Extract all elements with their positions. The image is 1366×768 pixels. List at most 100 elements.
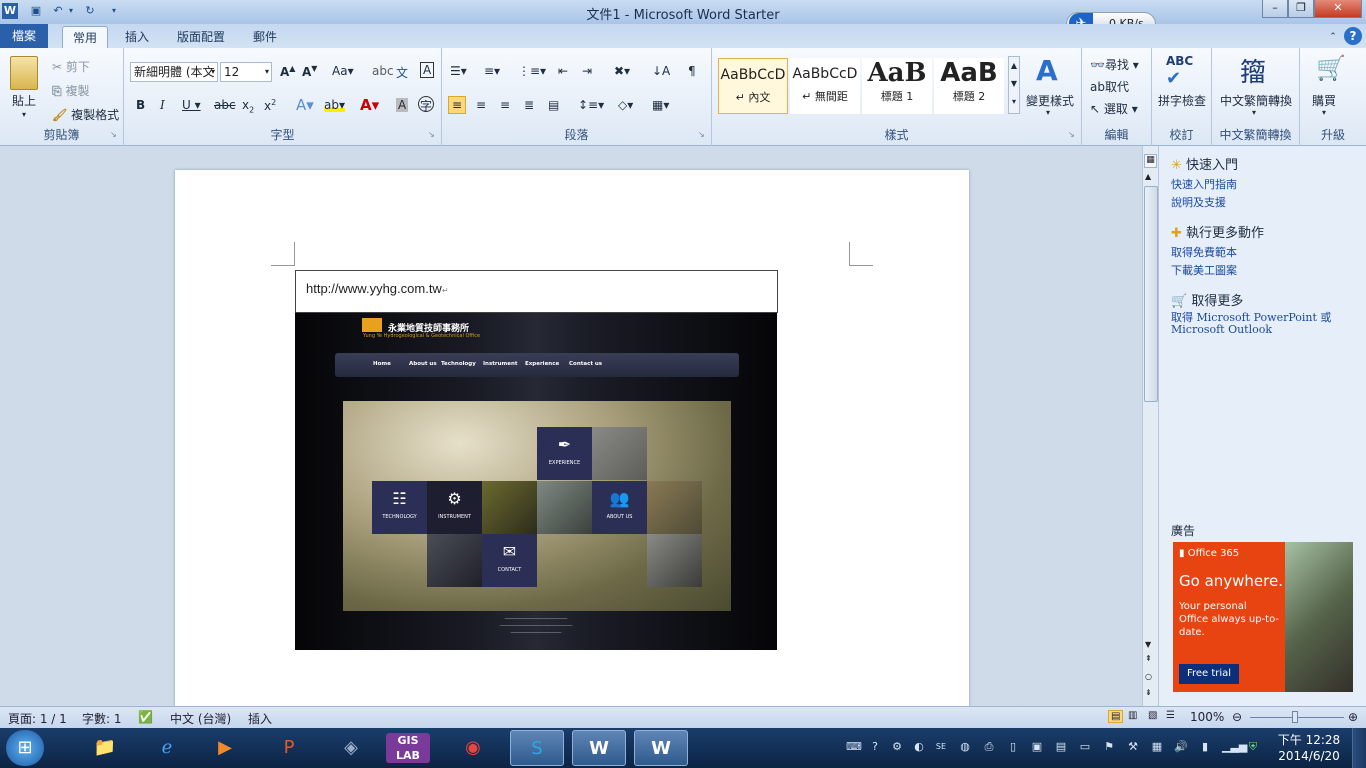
style-no-spacing[interactable]: AaBbCcD ↵ 無間距 bbox=[790, 58, 860, 114]
highlight-icon[interactable]: ab▾ bbox=[324, 98, 345, 112]
change-styles-icon[interactable]: A bbox=[1036, 54, 1058, 87]
style-heading-2[interactable]: AaB 標題 2 bbox=[934, 58, 1004, 114]
multilevel-list-icon[interactable]: ⋮≡▾ bbox=[518, 64, 546, 78]
bold-icon[interactable]: B bbox=[136, 98, 145, 112]
web-layout-icon[interactable]: ▧ bbox=[1148, 710, 1157, 721]
tab-home[interactable]: 常用 bbox=[62, 26, 108, 48]
word-count[interactable]: 字數: 1 bbox=[82, 710, 122, 727]
scroll-up-icon[interactable]: ▲ bbox=[1145, 172, 1151, 181]
url-text-box[interactable]: http://www.yyhg.com.tw↵ bbox=[295, 270, 778, 313]
chinese-conversion-dropdown-icon[interactable]: ▾ bbox=[1252, 108, 1256, 117]
italic-icon[interactable]: I bbox=[160, 98, 165, 112]
decrease-indent-icon[interactable]: ⇤ bbox=[558, 64, 568, 78]
paste-button[interactable]: 貼上 bbox=[12, 92, 36, 109]
word-taskbar-icon[interactable]: W bbox=[572, 730, 626, 766]
website-screenshot-image[interactable]: 永業地質技師事務所 Yung Ye Hydrogeological & Geot… bbox=[295, 313, 777, 650]
style-normal[interactable]: AaBbCcD ↵ 內文 bbox=[718, 58, 788, 114]
char-border-icon[interactable]: A bbox=[420, 62, 435, 78]
font-size-combo[interactable]: 12 ▾ bbox=[220, 62, 272, 82]
asian-layout-icon[interactable]: ✖▾ bbox=[614, 64, 630, 78]
underline-icon[interactable]: U ▾ bbox=[182, 98, 201, 112]
grow-font-icon[interactable]: A▲ bbox=[280, 64, 295, 79]
next-page-icon[interactable]: ⇟ bbox=[1145, 688, 1152, 697]
buy-button[interactable]: 購買 bbox=[1312, 92, 1336, 109]
distributed-icon[interactable]: ▤ bbox=[548, 98, 559, 112]
styles-scroll[interactable]: ▲ ▼ ▾ bbox=[1008, 56, 1020, 114]
battery-tray-icon[interactable]: ▮ bbox=[1198, 740, 1212, 754]
tab-file[interactable]: 檔案 bbox=[0, 24, 48, 48]
se-tray-icon[interactable]: SE bbox=[934, 740, 948, 754]
virtualbox-taskbar-icon[interactable]: ◈ bbox=[324, 730, 378, 766]
powerpoint-taskbar-icon[interactable]: P bbox=[262, 730, 316, 766]
browse-object-icon[interactable]: ○ bbox=[1145, 672, 1152, 681]
vertical-scrollbar[interactable]: ▦ ▲ ▼ ⇞ ○ ⇟ bbox=[1142, 146, 1158, 706]
strikethrough-icon[interactable]: abc bbox=[214, 98, 236, 112]
gis-lab-taskbar-icon[interactable]: GIS LAB bbox=[386, 733, 430, 763]
bullets-icon[interactable]: ☰▾ bbox=[450, 64, 467, 78]
clip-art-link[interactable]: 下載美工圖案 bbox=[1171, 262, 1237, 278]
char-shading-icon[interactable]: A bbox=[396, 98, 409, 112]
monitor-tray-icon[interactable]: ▭ bbox=[1078, 740, 1092, 754]
show-desktop-button[interactable] bbox=[1352, 728, 1366, 768]
change-case-icon[interactable]: Aa▾ bbox=[332, 64, 354, 78]
signal-tray-icon[interactable]: ▁▃▅ bbox=[1222, 740, 1247, 754]
find-button[interactable]: 👓尋找 ▾ bbox=[1090, 56, 1139, 73]
borders-icon[interactable]: ▦▾ bbox=[652, 98, 669, 112]
printer-tray-icon[interactable]: ⎙ bbox=[982, 740, 996, 754]
style-heading-1[interactable]: AaB 標題 1 bbox=[862, 58, 932, 114]
folder-tray-icon[interactable]: ▤ bbox=[1054, 740, 1068, 754]
print-layout-icon[interactable]: ▤ bbox=[1108, 710, 1124, 723]
start-button[interactable]: ⊞ bbox=[6, 730, 44, 766]
zoom-level[interactable]: 100% bbox=[1190, 710, 1224, 724]
minimize-button[interactable]: – bbox=[1262, 0, 1288, 18]
document-page[interactable]: http://www.yyhg.com.tw↵ 永業地質技師事務所 Yung Y… bbox=[175, 170, 969, 706]
proofing-status-icon[interactable]: ✅ bbox=[138, 710, 153, 724]
maximize-button[interactable]: ❐ bbox=[1288, 0, 1314, 18]
increase-indent-icon[interactable]: ⇥ bbox=[582, 64, 592, 78]
font-launcher-icon[interactable]: ↘ bbox=[428, 130, 435, 139]
shield-tray-icon[interactable]: ⛨ bbox=[1246, 740, 1260, 754]
draft-icon[interactable]: ☰ bbox=[1166, 710, 1175, 721]
prev-page-icon[interactable]: ⇞ bbox=[1145, 654, 1152, 663]
insert-mode-status[interactable]: 插入 bbox=[248, 710, 272, 727]
zoom-in-icon[interactable]: ⊕ bbox=[1348, 710, 1358, 724]
shrink-font-icon[interactable]: A▼ bbox=[302, 64, 317, 79]
office365-ad[interactable]: ▮ Office 365 Go anywhere. Your personal … bbox=[1173, 542, 1353, 692]
free-templates-link[interactable]: 取得免費範本 bbox=[1171, 244, 1237, 260]
replace-button[interactable]: ab取代 bbox=[1090, 78, 1129, 95]
styles-launcher-icon[interactable]: ↘ bbox=[1068, 130, 1075, 139]
buy-dropdown-icon[interactable]: ▾ bbox=[1322, 108, 1326, 117]
format-painter-button[interactable]: 🖌 複製格式 bbox=[52, 106, 119, 123]
word-taskbar-icon-2[interactable]: W bbox=[634, 730, 688, 766]
get-office-link[interactable]: 取得 Microsoft PowerPoint 或 Microsoft Outl… bbox=[1171, 312, 1351, 336]
subscript-icon[interactable]: x2 bbox=[242, 98, 254, 114]
zoom-slider-thumb[interactable] bbox=[1292, 711, 1298, 723]
help-icon[interactable]: ? bbox=[1344, 27, 1362, 45]
keyboard-tray-icon[interactable]: ⌨ bbox=[846, 740, 862, 754]
media-player-taskbar-icon[interactable]: ▶ bbox=[198, 730, 252, 766]
tab-mailings[interactable]: 郵件 bbox=[248, 26, 282, 48]
select-button[interactable]: ↖ 選取 ▾ bbox=[1090, 100, 1138, 117]
display-tray-icon[interactable]: ▦ bbox=[1150, 740, 1164, 754]
phone-tray-icon[interactable]: ▯ bbox=[1006, 740, 1020, 754]
clear-format-icon[interactable]: abc bbox=[372, 64, 394, 78]
language-status[interactable]: 中文 (台灣) bbox=[170, 710, 231, 727]
sort-icon[interactable]: ↓A bbox=[652, 64, 670, 78]
taskbar-clock[interactable]: 下午 12:28 2014/6/20 bbox=[1276, 732, 1342, 764]
superscript-icon[interactable]: x2 bbox=[264, 98, 276, 113]
spellcheck-button[interactable]: 拼字檢查 bbox=[1158, 92, 1206, 109]
paragraph-launcher-icon[interactable]: ↘ bbox=[698, 130, 705, 139]
change-styles-dropdown-icon[interactable]: ▾ bbox=[1046, 108, 1050, 117]
font-color-icon[interactable]: A▾ bbox=[360, 96, 379, 114]
app-tray-icon[interactable]: ▣ bbox=[1030, 740, 1044, 754]
quick-start-guide-link[interactable]: 快速入門指南 bbox=[1171, 176, 1237, 192]
line-spacing-icon[interactable]: ↕≡▾ bbox=[578, 98, 604, 112]
chinese-conversion-icon[interactable]: 籀 bbox=[1240, 52, 1266, 89]
clipboard-launcher-icon[interactable]: ↘ bbox=[110, 130, 117, 139]
tools-tray-icon[interactable]: ⚒ bbox=[1126, 740, 1140, 754]
paste-icon[interactable] bbox=[10, 56, 38, 90]
align-left-icon[interactable]: ≡ bbox=[448, 96, 467, 114]
enclose-char-icon[interactable]: 字 bbox=[418, 96, 434, 113]
shading-icon[interactable]: ◇▾ bbox=[618, 98, 633, 112]
numbering-icon[interactable]: ≡▾ bbox=[484, 64, 500, 78]
